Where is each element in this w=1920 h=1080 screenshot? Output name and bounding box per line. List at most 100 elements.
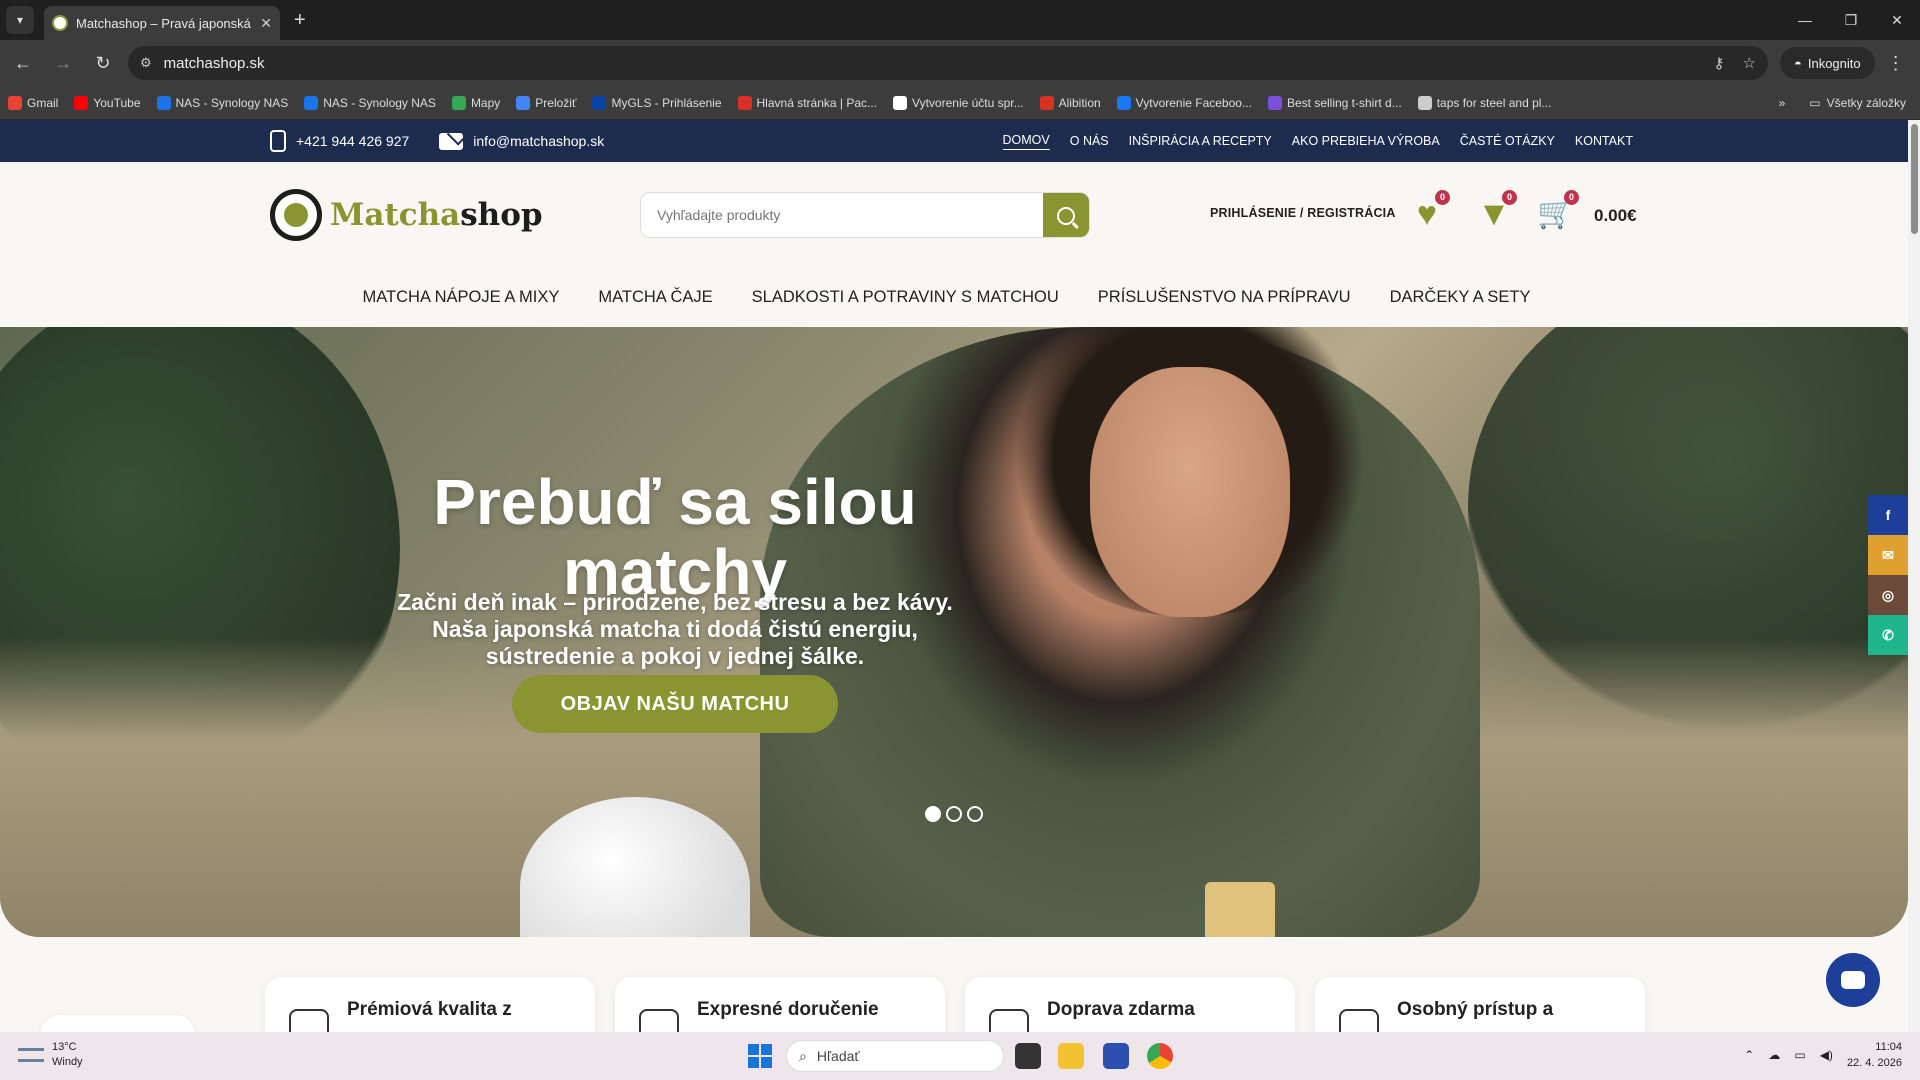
time: 11:04 <box>1875 1041 1902 1053</box>
cart-total[interactable]: 0.00€ <box>1594 206 1637 226</box>
task-view-icon[interactable] <box>1015 1043 1041 1069</box>
active-tab[interactable]: Matchashop – Pravá japonská m ✕ <box>44 6 280 40</box>
bookmark-item[interactable]: Vytvorenie Faceboo... <box>1116 95 1252 110</box>
cookie-widget[interactable] <box>40 1015 195 1032</box>
address-bar[interactable]: ⚙ matchashop.sk ⚷ ☆ <box>128 46 1768 80</box>
file-explorer-icon[interactable] <box>1058 1043 1084 1069</box>
weather-widget[interactable]: 13°C Windy <box>18 1040 83 1070</box>
restore-button[interactable]: ❐ <box>1828 0 1874 40</box>
nav-link-o-nas[interactable]: O NÁS <box>1070 134 1109 148</box>
folder-icon: ▭ <box>1809 95 1821 110</box>
product-search <box>640 192 1090 238</box>
windows-start-icon[interactable] <box>748 1044 772 1068</box>
bookmark-item[interactable]: NAS - Synology NAS <box>304 95 436 110</box>
bookmark-item[interactable]: Hlavná stránka | Pac... <box>737 95 877 110</box>
feature-title: Prémiová kvalita z <box>347 999 512 1020</box>
forward-button[interactable]: → <box>46 46 80 80</box>
site-top-bar: +421 944 426 927 info@matchashop.sk DOMO… <box>0 120 1908 162</box>
browser-tab-strip: ▾ Matchashop – Pravá japonská m ✕ + — ❐ … <box>0 0 1920 40</box>
nav-link-kontakt[interactable]: KONTAKT <box>1575 134 1633 148</box>
url-text[interactable]: matchashop.sk <box>164 55 1702 72</box>
browser-menu-icon[interactable]: ⋮ <box>1887 53 1905 74</box>
bookmark-item[interactable]: Alibition <box>1039 95 1101 110</box>
bookmark-label: taps for steel and pl... <box>1436 95 1552 110</box>
page-scrollbar[interactable] <box>1908 120 1920 1032</box>
hero-slider: Prebuď sa silou matchy Začni deň inak – … <box>0 327 1908 937</box>
search-input[interactable] <box>641 193 1043 237</box>
bookmark-label: Vytvorenie účtu spr... <box>912 95 1024 110</box>
network-icon[interactable]: ▭ <box>1794 1048 1805 1062</box>
new-tab-button[interactable]: + <box>294 9 306 32</box>
bookmark-favicon-icon <box>1267 95 1282 110</box>
login-register-link[interactable]: PRIHLÁSENIE / REGISTRÁCIA <box>1210 206 1396 220</box>
bookmark-favicon-icon <box>737 95 752 110</box>
close-window-button[interactable]: ✕ <box>1874 0 1920 40</box>
bookmark-favicon-icon <box>156 95 171 110</box>
weather-text: 13°C Windy <box>52 1040 83 1070</box>
category-matcha-caje[interactable]: MATCHA ČAJE <box>598 288 712 307</box>
bookmark-item[interactable]: YouTube <box>74 95 141 110</box>
feature-title: Osobný prístup a <box>1397 999 1554 1020</box>
bookmark-item[interactable]: MyGLS - Prihlásenie <box>592 95 722 110</box>
chrome-icon[interactable] <box>1147 1043 1173 1069</box>
bookmark-favicon-icon <box>516 95 531 110</box>
site-info-icon[interactable]: ⚙ <box>140 55 152 71</box>
category-sladkosti[interactable]: SLADKOSTI A POTRAVINY S MATCHOU <box>752 288 1059 307</box>
close-tab-icon[interactable]: ✕ <box>260 15 272 32</box>
category-prislusenstvo[interactable]: PRÍSLUŠENSTVO NA PRÍPRAVU <box>1098 288 1351 307</box>
nav-link-inspiracia[interactable]: INŠPIRÁCIA A RECEPTY <box>1129 134 1272 148</box>
bookmark-item[interactable]: NAS - Synology NAS <box>156 95 288 110</box>
nav-link-domov[interactable]: DOMOV <box>1002 133 1050 150</box>
scrollbar-thumb[interactable] <box>1911 124 1918 234</box>
feature-title: Doprava zdarma <box>1047 999 1195 1020</box>
feature-express-delivery: Expresné doručenie <box>615 977 945 1032</box>
wishlist-heart-icon[interactable]: ♥ 0 <box>1408 190 1450 232</box>
slider-dot[interactable] <box>967 806 983 822</box>
tab-search-button[interactable]: ▾ <box>6 6 34 34</box>
bookmark-favicon-icon <box>592 95 607 110</box>
bookmark-item[interactable]: Gmail <box>8 95 58 110</box>
bookmark-item[interactable]: taps for steel and pl... <box>1417 95 1552 110</box>
bookmark-item[interactable]: Preložiť <box>516 95 576 110</box>
reload-button[interactable]: ↻ <box>86 46 120 80</box>
phone-contact[interactable]: +421 944 426 927 <box>270 130 409 152</box>
facebook-icon[interactable]: f <box>1868 495 1908 535</box>
site-header: Matchashop PRIHLÁSENIE / REGISTRÁCIA ♥0 … <box>0 162 1908 267</box>
category-darceky[interactable]: DARČEKY A SETY <box>1390 288 1531 307</box>
email-icon[interactable]: ✉ <box>1868 535 1908 575</box>
taskbar-search[interactable]: ⌕ Hľadať <box>786 1040 1004 1072</box>
search-icon: ⌕ <box>799 1047 807 1064</box>
tray-overflow-icon[interactable]: ⌃ <box>1744 1048 1754 1062</box>
whatsapp-icon[interactable]: ✆ <box>1868 615 1908 655</box>
bookmarks-overflow-icon[interactable]: » <box>1779 96 1786 110</box>
cart-icon[interactable]: 🛒 0 <box>1537 190 1579 232</box>
chat-button[interactable] <box>1826 953 1880 1007</box>
discover-matcha-button[interactable]: OBJAV NAŠU MATCHU <box>512 675 838 733</box>
compare-filter-icon[interactable]: ▼ 0 <box>1475 190 1517 232</box>
email-address: info@matchashop.sk <box>473 133 605 149</box>
category-matcha-napoje[interactable]: MATCHA NÁPOJE A MIXY <box>363 288 560 307</box>
search-button[interactable] <box>1043 193 1089 237</box>
volume-icon[interactable]: ◀) <box>1820 1048 1833 1062</box>
nav-link-faq[interactable]: ČASTÉ OTÁZKY <box>1460 134 1555 148</box>
back-button[interactable]: ← <box>6 46 40 80</box>
instagram-icon[interactable]: ◎ <box>1868 575 1908 615</box>
minimize-button[interactable]: — <box>1782 0 1828 40</box>
store-icon[interactable] <box>1103 1043 1129 1069</box>
clock[interactable]: 11:04 22. 4. 2026 <box>1847 1039 1902 1071</box>
site-logo[interactable]: Matchashop <box>270 189 543 241</box>
all-bookmarks-folder[interactable]: ▭ Všetky záložky <box>1809 96 1906 110</box>
bookmark-item[interactable]: Vytvorenie účtu spr... <box>893 95 1024 110</box>
password-key-icon[interactable]: ⚷ <box>1714 54 1725 72</box>
nav-link-vyroba[interactable]: AKO PREBIEHA VÝROBA <box>1292 134 1440 148</box>
email-contact[interactable]: info@matchashop.sk <box>439 132 605 150</box>
bookmark-item[interactable]: Mapy <box>451 95 500 110</box>
phone-icon <box>270 130 286 152</box>
taskbar-search-label: Hľadať <box>816 1048 860 1064</box>
slider-dot[interactable] <box>946 806 962 822</box>
slider-dot[interactable] <box>925 806 941 822</box>
onedrive-icon[interactable]: ☁ <box>1768 1048 1780 1062</box>
incognito-indicator[interactable]: ◓ Inkognito <box>1780 47 1875 79</box>
bookmark-item[interactable]: Best selling t-shirt d... <box>1267 95 1402 110</box>
bookmark-star-icon[interactable]: ☆ <box>1743 54 1756 72</box>
